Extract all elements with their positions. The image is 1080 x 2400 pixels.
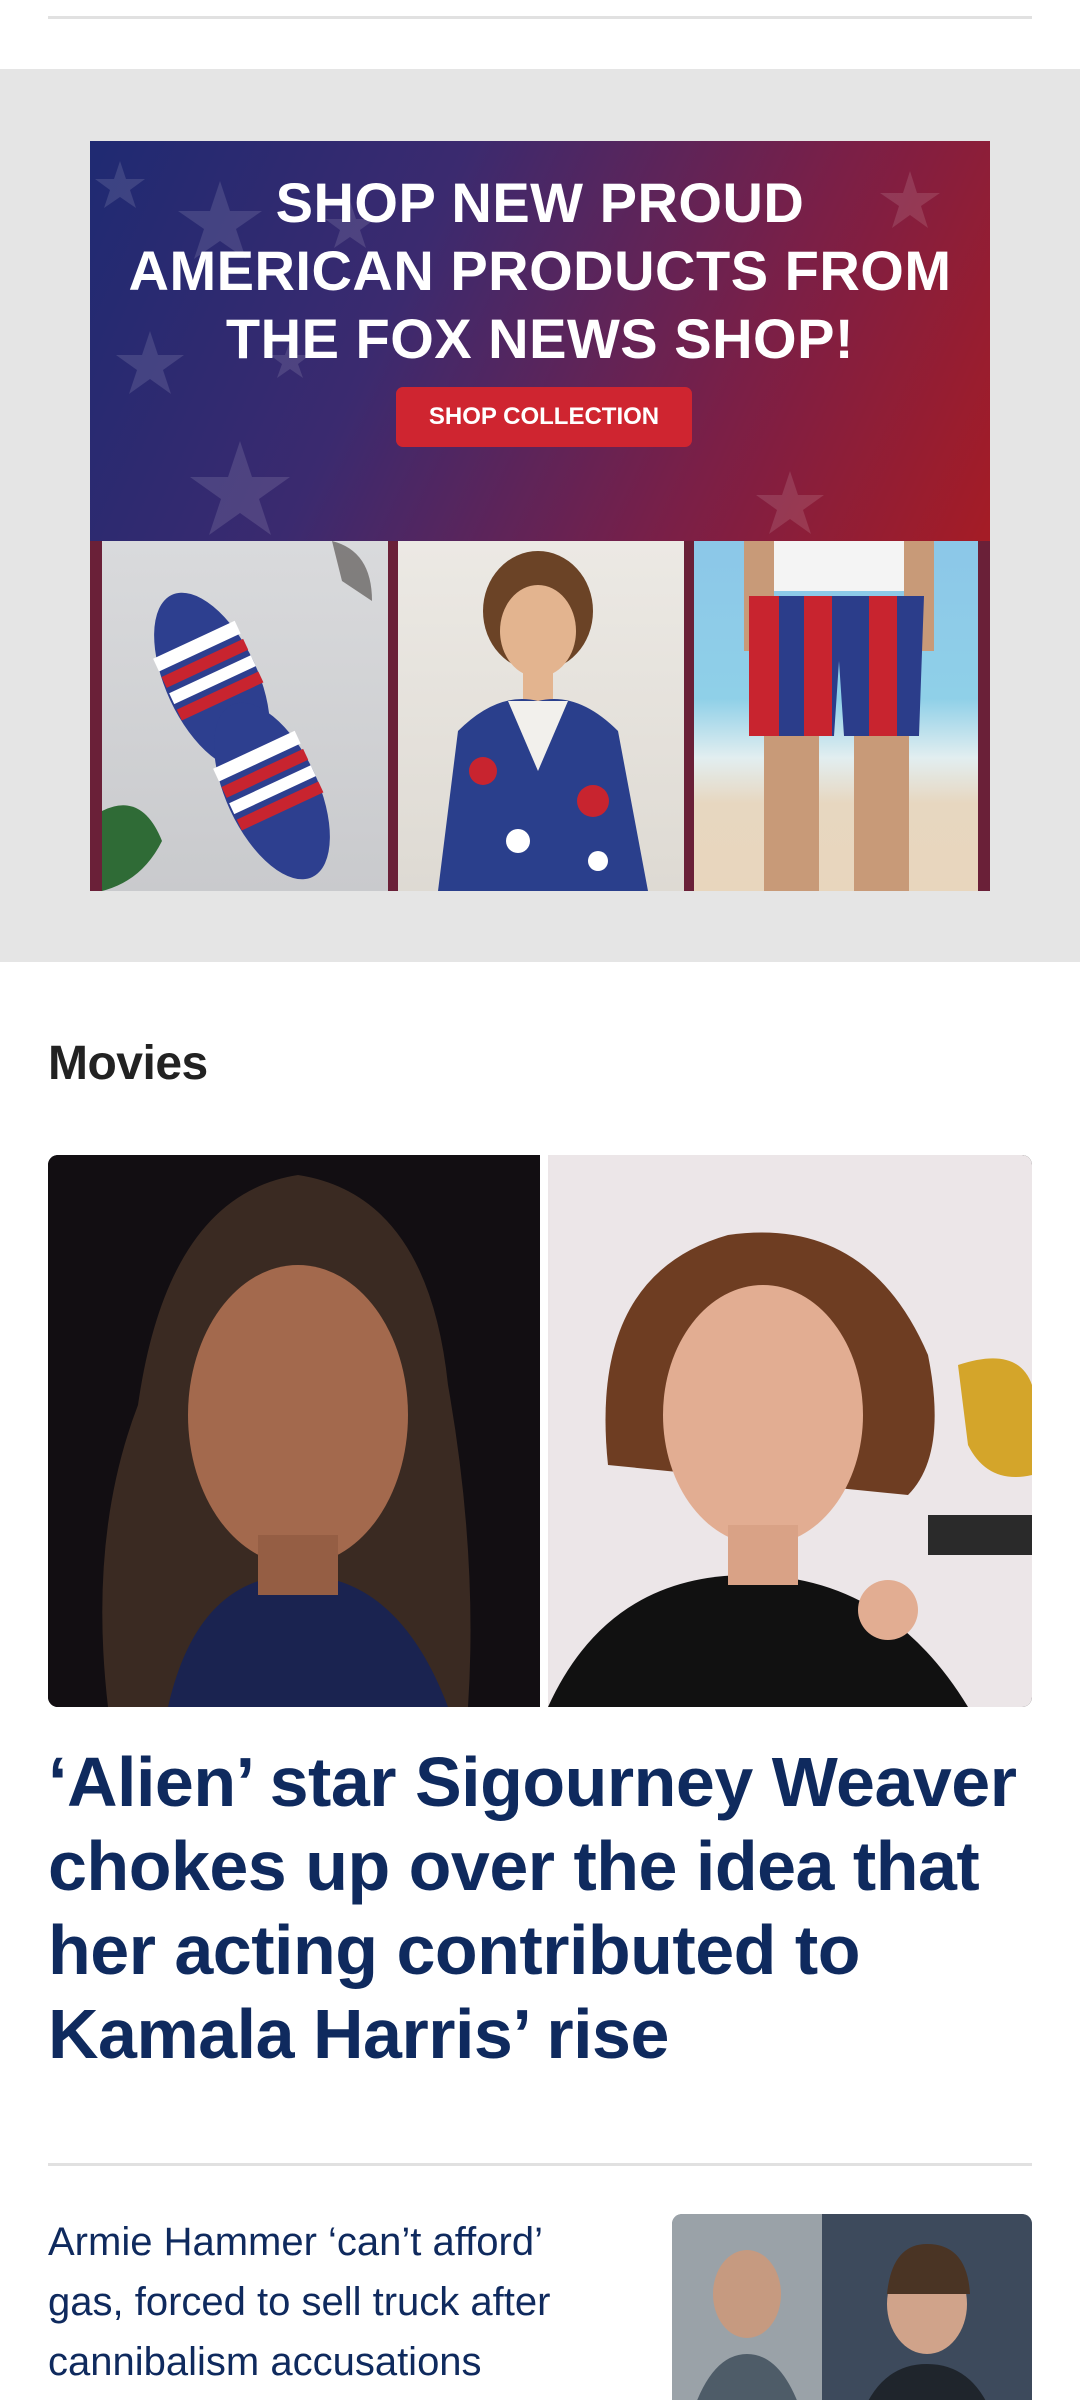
ad-product-panels (90, 541, 990, 891)
lead-story-headline[interactable]: ‘Alien’ star Sigourney Weaver chokes up … (48, 1740, 1032, 2076)
portrait-right-icon (548, 1232, 1032, 1707)
ad-header: SHOP NEW PROUD AMERICAN PRODUCTS FROM TH… (90, 141, 990, 541)
sigourney-weaver-photo (548, 1155, 1032, 1707)
portrait-left-icon (102, 1175, 471, 1707)
flip-flops-icon (102, 541, 372, 891)
lead-story-image[interactable] (48, 1155, 1032, 1707)
article-list-page: SHOP NEW PROUD AMERICAN PRODUCTS FROM TH… (0, 0, 1080, 2400)
ad-product-shirt-image (398, 541, 684, 891)
secondary-story-thumbnail[interactable] (672, 2214, 1032, 2400)
armie-hammer-thumbnail-icon (672, 2214, 1032, 2400)
ad-product-shorts-image (694, 541, 978, 891)
section-title-movies[interactable]: Movies (48, 1036, 208, 1091)
fox-news-shop-ad[interactable]: SHOP NEW PROUD AMERICAN PRODUCTS FROM TH… (90, 141, 990, 891)
shop-collection-button[interactable]: SHOP COLLECTION (396, 387, 692, 447)
kamala-harris-photo (48, 1155, 540, 1707)
ad-product-flip-flops-image (102, 541, 388, 891)
ad-section: SHOP NEW PROUD AMERICAN PRODUCTS FROM TH… (0, 69, 1080, 962)
model-shirt-icon (438, 551, 648, 891)
story-divider (48, 2163, 1032, 2166)
model-shorts-icon (744, 541, 934, 891)
top-divider (48, 16, 1032, 19)
image-split-divider (540, 1155, 548, 1707)
ad-headline: SHOP NEW PROUD AMERICAN PRODUCTS FROM TH… (128, 171, 952, 370)
secondary-story-headline[interactable]: Armie Hammer ‘can’t afford’ gas, forced … (48, 2212, 628, 2392)
